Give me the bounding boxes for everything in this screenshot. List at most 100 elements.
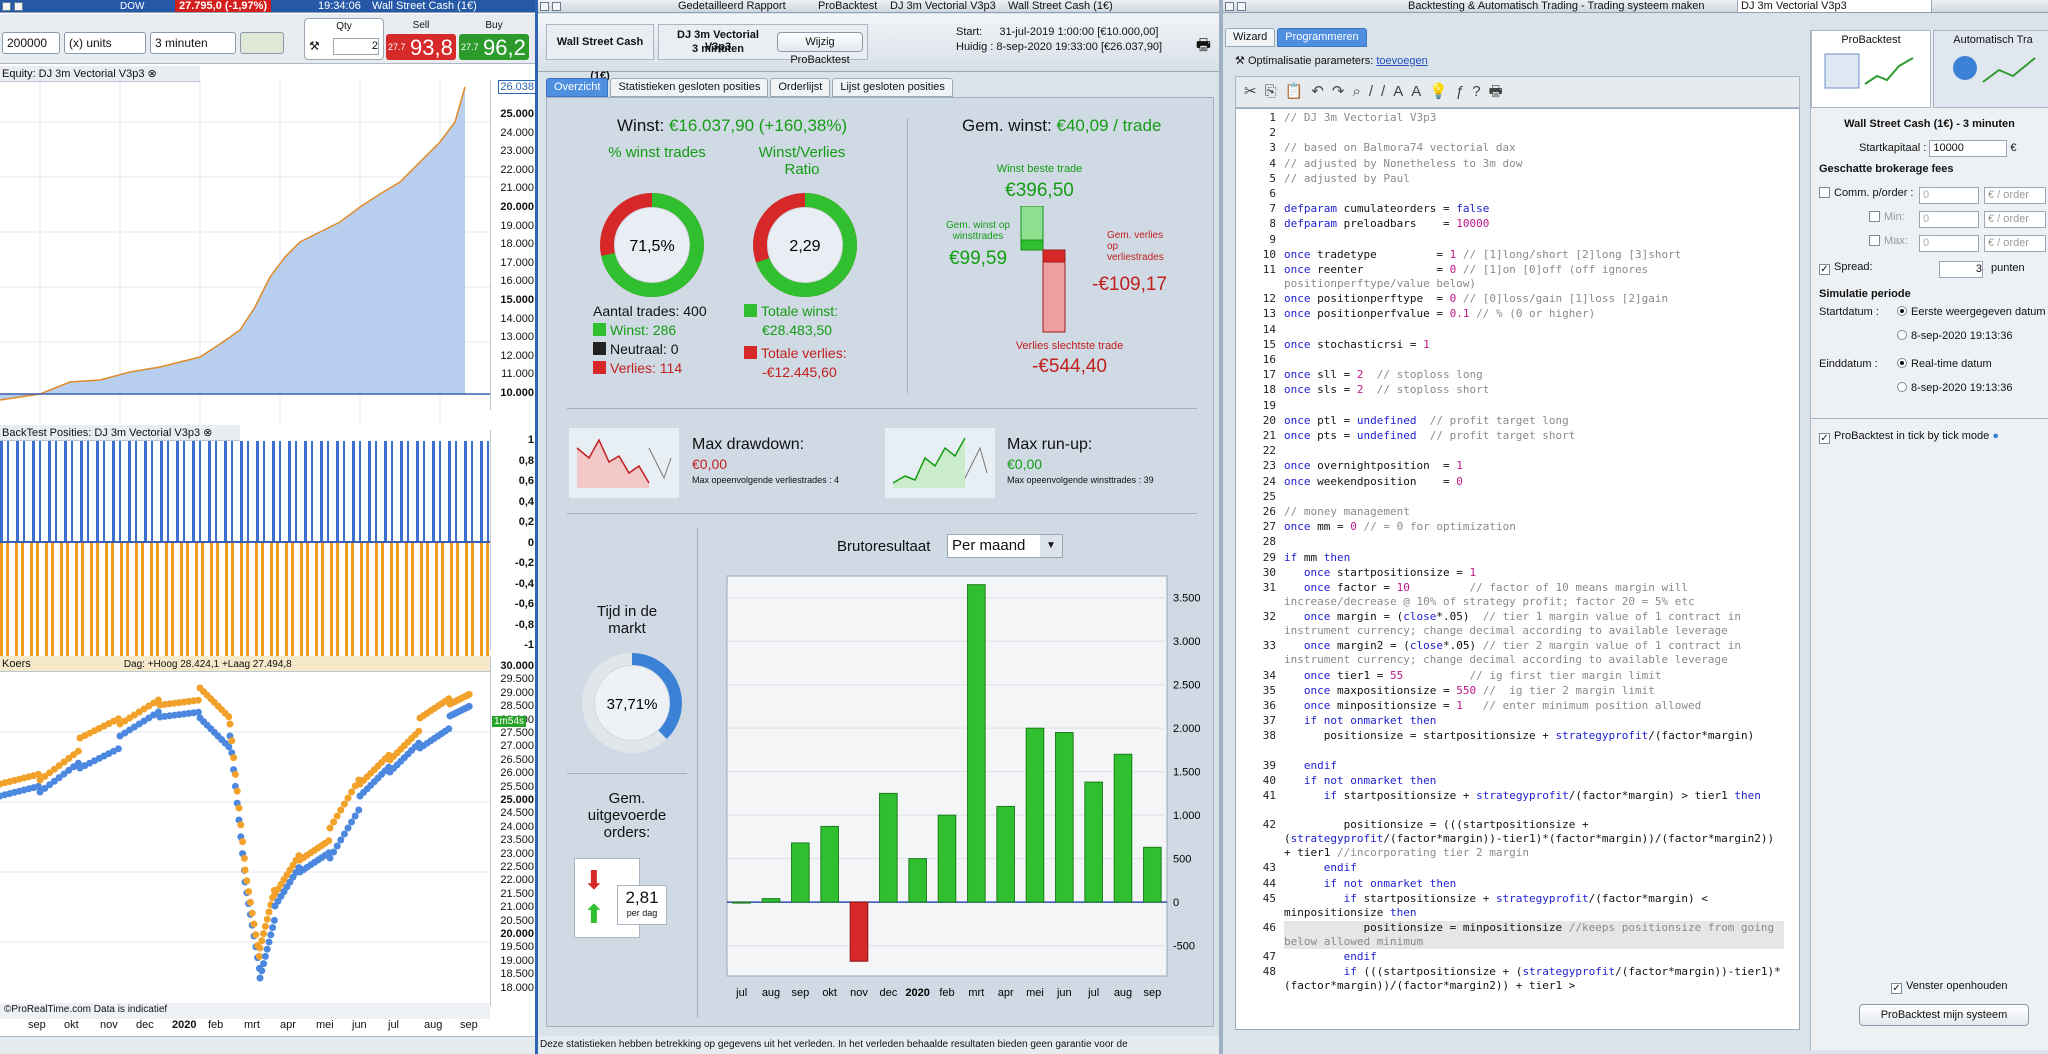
- tab-probacktest[interactable]: ProBacktest: [1811, 30, 1931, 108]
- code-line[interactable]: positionsize = startpositionsize + strat…: [1284, 729, 1784, 743]
- minimize-window-icon[interactable]: [1237, 2, 1246, 11]
- code-line[interactable]: positionsize = minpositionsize //keeps p…: [1284, 921, 1784, 949]
- code-line[interactable]: once stochasticrsi = 1: [1284, 338, 1784, 352]
- close-icon[interactable]: ⊗: [203, 427, 212, 439]
- tab-overview[interactable]: Overzicht: [546, 78, 609, 97]
- spread-stepper[interactable]: 3: [1939, 261, 1983, 278]
- sell-button[interactable]: Sell 27.7 93,8: [386, 18, 456, 60]
- minimize-window-icon[interactable]: [14, 2, 23, 11]
- opt-add-link[interactable]: toevoegen: [1376, 55, 1427, 67]
- code-line[interactable]: once margin = (close*.05) // tier 1 marg…: [1284, 610, 1784, 638]
- code-line[interactable]: if (((startpositionsize + (strategyprofi…: [1284, 965, 1784, 993]
- code-line[interactable]: // based on Balmora74 vectorial dax: [1284, 141, 1784, 155]
- chevron-down-icon[interactable]: ▼: [1040, 535, 1062, 557]
- info-icon[interactable]: ●: [1992, 430, 1999, 442]
- max-checkbox[interactable]: [1869, 235, 1880, 246]
- min-input[interactable]: 0: [1919, 211, 1979, 228]
- code-line[interactable]: once sll = 2 // stoploss long: [1284, 368, 1784, 382]
- comment-icon[interactable]: //: [1369, 83, 1393, 100]
- run-backtest-button[interactable]: ProBacktest mijn systeem: [1859, 1004, 2029, 1026]
- realtime-radio[interactable]: [1897, 358, 1907, 368]
- code-line[interactable]: if not onmarket then: [1284, 714, 1784, 728]
- indicator-icon[interactable]: [240, 32, 284, 54]
- code-line[interactable]: defparam cumulateorders = false: [1284, 202, 1784, 216]
- code-line[interactable]: once tier1 = 55 // ig first tier margin …: [1284, 669, 1784, 683]
- tab-auto-trading[interactable]: Automatisch Tra: [1933, 30, 2048, 108]
- code-editor[interactable]: 1 // DJ 3m Vectorial V3p3 2 3 // based on Ba…: [1235, 108, 1800, 1030]
- code-line[interactable]: once reenter = 0 // [1]on [0]off (off ig…: [1284, 263, 1784, 291]
- code-line[interactable]: if startpositionsize + strategyprofit/(f…: [1284, 789, 1784, 803]
- code-line[interactable]: once tradetype = 1 // [1]long/short [2]l…: [1284, 248, 1784, 262]
- paste-icon[interactable]: 📋: [1285, 83, 1312, 100]
- edit-backtest-button[interactable]: Wijzig ProBacktest: [777, 32, 863, 66]
- tab-wizard[interactable]: Wizard: [1225, 28, 1276, 47]
- tab-orderlist[interactable]: Orderlijst: [770, 78, 831, 97]
- start-custom-radio[interactable]: [1897, 330, 1907, 340]
- code-line[interactable]: defparam preloadbars = 10000: [1284, 217, 1784, 231]
- font-size-down-icon[interactable]: A: [1393, 83, 1411, 100]
- code-line[interactable]: once pts = undefined // profit target sh…: [1284, 429, 1784, 443]
- minimize-window-icon[interactable]: [552, 2, 561, 11]
- print-icon[interactable]: 🖶: [1489, 83, 1511, 100]
- code-line[interactable]: once maxpositionsize = 550 // ig tier 2 …: [1284, 684, 1784, 698]
- code-line[interactable]: positionsize = (((startpositionsize + (s…: [1284, 818, 1784, 860]
- min-checkbox[interactable]: [1869, 211, 1880, 222]
- bulb-icon[interactable]: 💡: [1429, 83, 1456, 100]
- units-select[interactable]: (x) units: [64, 32, 146, 54]
- code-line[interactable]: once weekendposition = 0: [1284, 475, 1784, 489]
- code-line[interactable]: // adjusted by Paul: [1284, 172, 1784, 186]
- redo-icon[interactable]: ↷: [1332, 83, 1353, 100]
- code-line[interactable]: endif: [1284, 861, 1784, 875]
- first-date-radio[interactable]: [1897, 306, 1907, 316]
- code-line[interactable]: once sls = 2 // stoploss short: [1284, 383, 1784, 397]
- code-line[interactable]: endif: [1284, 759, 1784, 773]
- code-line[interactable]: once minpositionsize = 1 // enter minimu…: [1284, 699, 1784, 713]
- system-name-field[interactable]: DJ 3m Vectorial V3p3: [1737, 0, 1932, 12]
- quantity-stepper[interactable]: 200000: [2, 32, 60, 54]
- undo-icon[interactable]: ↶: [1311, 83, 1332, 100]
- interval-select[interactable]: 3 minuten: [150, 32, 236, 54]
- code-line[interactable]: once startpositionsize = 1: [1284, 566, 1784, 580]
- function-icon[interactable]: ƒ: [1456, 83, 1472, 100]
- max-input[interactable]: 0: [1919, 235, 1979, 252]
- buy-button[interactable]: Buy 27.7 96,2: [459, 18, 529, 60]
- tick-mode-checkbox[interactable]: ✓: [1819, 433, 1830, 444]
- code-line[interactable]: if startpositionsize + strategyprofit/(f…: [1284, 892, 1784, 920]
- code-line[interactable]: if not onmarket then: [1284, 774, 1784, 788]
- code-line[interactable]: if not onmarket then: [1284, 877, 1784, 891]
- code-line[interactable]: once overnightposition = 1: [1284, 459, 1784, 473]
- comm-input[interactable]: 0: [1919, 187, 1979, 204]
- help-icon[interactable]: ?: [1472, 83, 1488, 100]
- code-line[interactable]: once ptl = undefined // profit target lo…: [1284, 414, 1784, 428]
- code-line[interactable]: if mm then: [1284, 551, 1784, 565]
- code-line[interactable]: // money management: [1284, 505, 1784, 519]
- search-icon[interactable]: ⌕: [1352, 83, 1368, 100]
- code-line[interactable]: once mm = 0 // = 0 for optimization: [1284, 520, 1784, 534]
- qty-input[interactable]: 2: [333, 38, 379, 55]
- comm-checkbox[interactable]: [1819, 187, 1830, 198]
- font-size-up-icon[interactable]: A: [1411, 83, 1429, 100]
- print-icon[interactable]: 🖶: [1196, 34, 1211, 61]
- code-line[interactable]: endif: [1284, 950, 1784, 964]
- keep-open-checkbox[interactable]: ✓: [1891, 983, 1902, 994]
- close-window-icon[interactable]: [1225, 2, 1234, 11]
- code-line[interactable]: once factor = 10 // factor of 10 means m…: [1284, 581, 1784, 609]
- cut-icon[interactable]: ✂: [1244, 83, 1265, 100]
- wrench-icon[interactable]: ⚒: [309, 39, 320, 53]
- end-custom-radio[interactable]: [1897, 382, 1907, 392]
- code-line[interactable]: once margin2 = (close*.05) // tier 2 mar…: [1284, 639, 1784, 667]
- start-capital-input[interactable]: 10000: [1929, 140, 2008, 157]
- tab-closed-stats[interactable]: Statistieken gesloten posities: [610, 78, 769, 97]
- code-line[interactable]: // DJ 3m Vectorial V3p3: [1284, 111, 1784, 125]
- close-icon[interactable]: ⊗: [148, 68, 157, 80]
- copy-icon[interactable]: ⎘: [1265, 83, 1285, 100]
- code-line[interactable]: once positionperfvalue = 0.1 // % (0 or …: [1284, 307, 1784, 321]
- close-window-icon[interactable]: [540, 2, 549, 11]
- tab-programmeren[interactable]: Programmeren: [1277, 28, 1367, 47]
- tab-closed-list[interactable]: Lijst gesloten posities: [832, 78, 953, 97]
- period-select[interactable]: Per maand ▼: [947, 534, 1063, 558]
- code-line[interactable]: once positionperftype = 0 // [0]loss/gai…: [1284, 292, 1784, 306]
- close-window-icon[interactable]: [2, 2, 11, 11]
- code-line[interactable]: // adjusted by Nonetheless to 3m dow: [1284, 157, 1784, 171]
- spread-checkbox[interactable]: ✓: [1819, 264, 1830, 275]
